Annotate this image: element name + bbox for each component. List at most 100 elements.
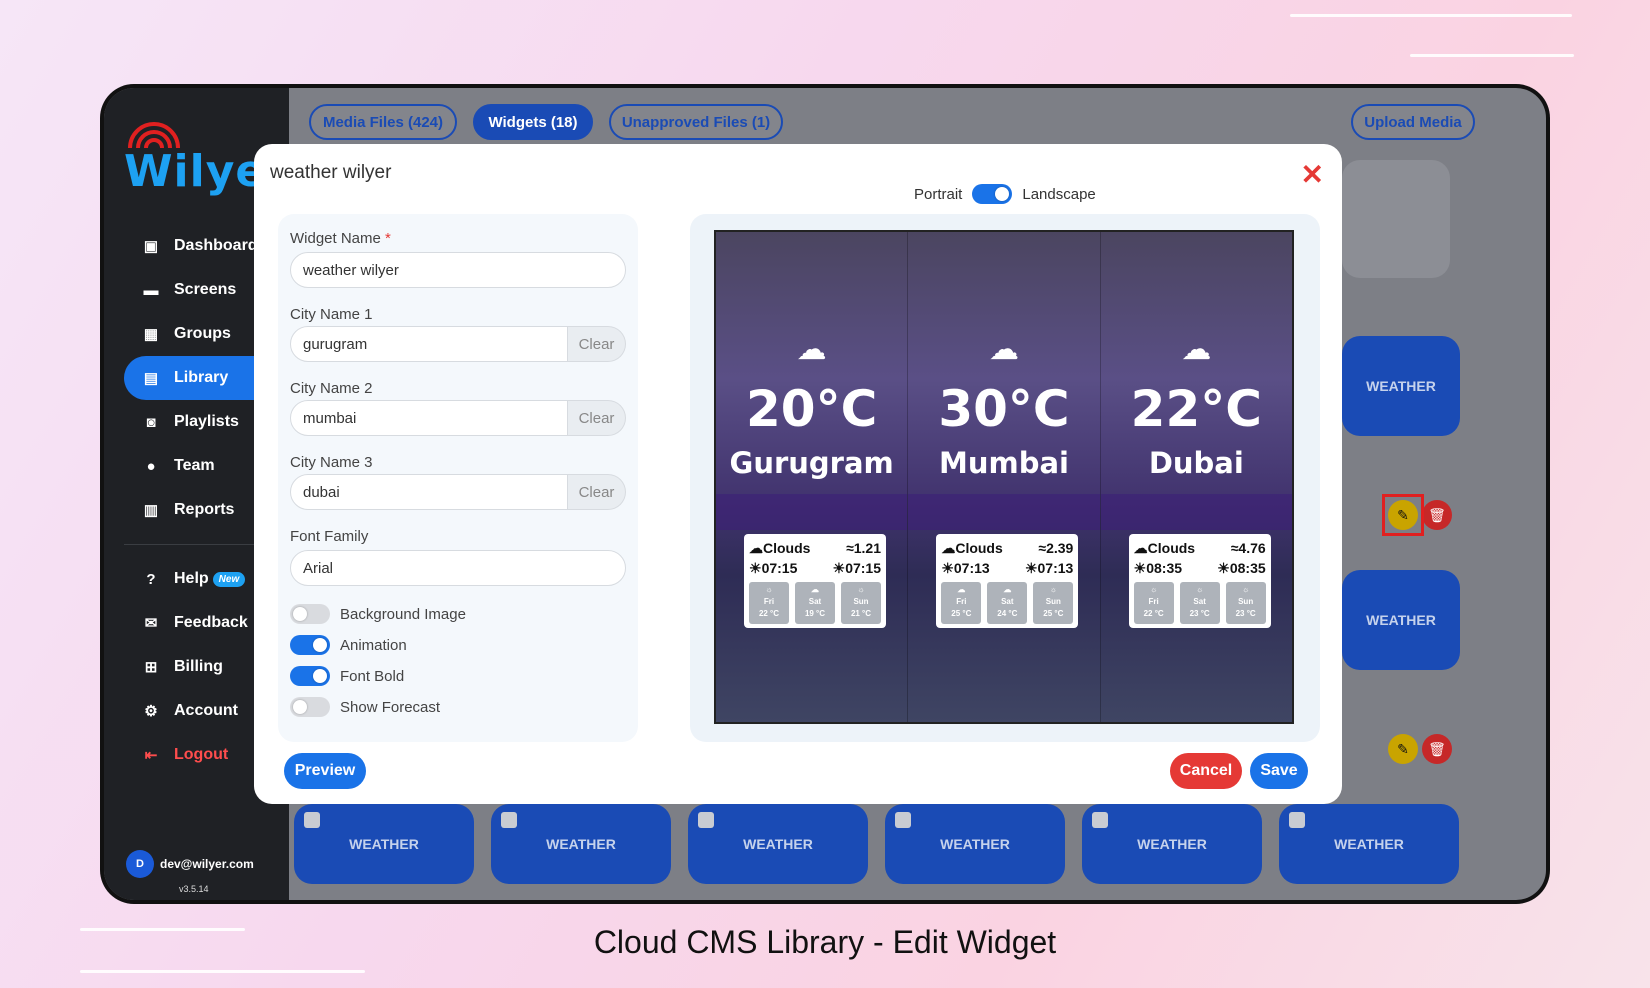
- delete-button[interactable]: 🗑: [1422, 734, 1452, 764]
- required-marker: *: [385, 230, 391, 247]
- select-checkbox[interactable]: [895, 812, 911, 828]
- toggle-label: Font Bold: [340, 667, 405, 685]
- toggle-animation[interactable]: Animation: [290, 635, 407, 655]
- app-screen: Wilye ▣ Dashboard ▬ Screens ▦ Groups ▤ L…: [104, 88, 1546, 900]
- forecast-row: ☼ Fri 22 °C ☼ Sat 23 °C ☼ Sun 23 °C: [1133, 582, 1266, 624]
- select-checkbox[interactable]: [698, 812, 714, 828]
- film-icon: ▤: [143, 370, 159, 387]
- delete-button[interactable]: 🗑: [1422, 500, 1452, 530]
- sunset: ☀08:35: [1217, 560, 1266, 576]
- forecast-day: ☼ Sat 23 °C: [1179, 582, 1220, 624]
- widget-name-input[interactable]: weather wilyer: [290, 252, 626, 288]
- highlight-box: [1382, 494, 1424, 536]
- select-checkbox[interactable]: [1289, 812, 1305, 828]
- user-email: dev@wilyer.com: [160, 857, 254, 871]
- weather-details-card: ☁Clouds ≈2.39 ☀07:13 ☀07:13 ☁ Fri 25 °C ☁ Sat…: [936, 534, 1079, 628]
- preview-button[interactable]: Preview: [284, 753, 366, 789]
- temperature: 22°C: [1130, 380, 1262, 438]
- font-bold-toggle[interactable]: [290, 666, 330, 686]
- user-profile[interactable]: D dev@wilyer.com: [126, 850, 254, 878]
- search-panel: [1342, 160, 1450, 278]
- modal-title: weather wilyer: [270, 162, 392, 183]
- cloud-icon: ☁: [1181, 333, 1212, 366]
- weather-column: ☁ 30°C Mumbai ☁Clouds ≈2.39 ☀07:13 ☀07:13 …: [908, 232, 1101, 722]
- widget-card-label: WEATHER: [349, 836, 419, 852]
- widget-form: Widget Name * weather wilyer City Name 1…: [278, 214, 638, 742]
- tab-media-files[interactable]: Media Files (424): [309, 104, 457, 140]
- weather-details-card: ☁Clouds ≈4.76 ☀08:35 ☀08:35 ☼ Fri 22 °C ☼ Sat…: [1128, 534, 1271, 628]
- show-forecast-toggle[interactable]: [290, 697, 330, 717]
- edit-button[interactable]: ✎: [1388, 734, 1418, 764]
- widget-card-label: WEATHER: [1137, 836, 1207, 852]
- widget-card[interactable]: WEATHER: [1342, 336, 1460, 436]
- widget-card[interactable]: WEATHER: [1279, 804, 1459, 884]
- widget-card-label: WEATHER: [1366, 612, 1436, 628]
- cancel-button[interactable]: Cancel: [1170, 753, 1242, 789]
- cloud-icon: ☁: [988, 333, 1019, 366]
- city1-input[interactable]: gurugram: [290, 326, 568, 362]
- toggle-show-forecast[interactable]: Show Forecast: [290, 697, 440, 717]
- close-icon[interactable]: ✕: [1301, 158, 1324, 191]
- tab-widgets[interactable]: Widgets (18): [473, 104, 593, 140]
- temperature: 20°C: [746, 380, 878, 438]
- forecast-row: ☁ Fri 25 °C ☁ Sat 24 °C ☼ Sun 25 °C: [941, 582, 1074, 624]
- orientation-switch: Portrait Landscape: [914, 184, 1096, 204]
- tab-unapproved-files[interactable]: Unapproved Files (1): [609, 104, 783, 140]
- select-checkbox[interactable]: [1092, 812, 1108, 828]
- sidebar-item-label: Help: [174, 570, 209, 587]
- save-button[interactable]: Save: [1250, 753, 1308, 789]
- forecast-day: ☁ Sat 24 °C: [987, 582, 1028, 624]
- widget-name-label-text: Widget Name: [290, 230, 381, 247]
- widget-card[interactable]: WEATHER: [1082, 804, 1262, 884]
- forecast-day: ☁ Sat 19 °C: [795, 582, 835, 624]
- mountain-band: [908, 494, 1100, 530]
- sidebar-item-label: Account: [174, 702, 238, 719]
- toggle-label: Show Forecast: [340, 698, 441, 716]
- widget-card-label: WEATHER: [940, 836, 1010, 852]
- sunrise: ☀07:13: [941, 560, 990, 576]
- dashboard-icon: ▣: [143, 238, 159, 255]
- upload-media-button[interactable]: Upload Media: [1351, 104, 1475, 140]
- widget-card[interactable]: WEATHER: [491, 804, 671, 884]
- grid-icon: ▦: [143, 326, 159, 343]
- decor-line: [1410, 54, 1574, 57]
- forecast-day: ☁ Fri 25 °C: [941, 582, 982, 624]
- monitor-icon: ▬: [143, 281, 159, 299]
- city2-clear-button[interactable]: Clear: [568, 400, 626, 436]
- mountain-band: [1100, 494, 1292, 530]
- toggle-background-image[interactable]: Background Image: [290, 604, 466, 624]
- city3-clear-button[interactable]: Clear: [568, 474, 626, 510]
- widget-card[interactable]: WEATHER: [294, 804, 474, 884]
- select-checkbox[interactable]: [501, 812, 517, 828]
- feedback-icon: ✉: [144, 615, 158, 632]
- city3-input[interactable]: dubai: [290, 474, 568, 510]
- sidebar-item-label: Team: [174, 457, 215, 474]
- forecast-row: ☼ Fri 22 °C ☁ Sat 19 °C ☼ Sun 21 °C: [749, 582, 881, 624]
- widget-card[interactable]: WEATHER: [688, 804, 868, 884]
- select-checkbox[interactable]: [304, 812, 320, 828]
- font-family-label: Font Family: [290, 528, 369, 545]
- widget-card[interactable]: WEATHER: [885, 804, 1065, 884]
- condition: ☁Clouds: [749, 540, 811, 556]
- nav-divider: [124, 544, 274, 545]
- wind: ≈2.39: [1038, 540, 1074, 556]
- sidebar-item-label: Dashboard: [174, 237, 258, 254]
- city2-input[interactable]: mumbai: [290, 400, 568, 436]
- widget-card[interactable]: WEATHER: [1342, 570, 1460, 670]
- city1-clear-button[interactable]: Clear: [568, 326, 626, 362]
- font-family-select[interactable]: Arial: [290, 550, 626, 586]
- orientation-toggle[interactable]: [972, 184, 1013, 204]
- toggle-font-bold[interactable]: Font Bold: [290, 666, 404, 686]
- forecast-day: ☼ Sun 21 °C: [841, 582, 881, 624]
- forecast-day: ☼ Fri 22 °C: [749, 582, 789, 624]
- forecast-day: ☼ Sun 25 °C: [1033, 582, 1074, 624]
- decor-line: [1290, 14, 1572, 17]
- cart-icon: ⊞: [144, 659, 158, 676]
- background-image-toggle[interactable]: [290, 604, 330, 624]
- sidebar-item-label: Logout: [174, 746, 229, 763]
- avatar: D: [126, 850, 154, 878]
- sidebar-item-label: Library: [174, 369, 229, 386]
- camera-icon: ◙: [146, 413, 156, 431]
- animation-toggle[interactable]: [290, 635, 330, 655]
- new-badge: New: [212, 571, 246, 587]
